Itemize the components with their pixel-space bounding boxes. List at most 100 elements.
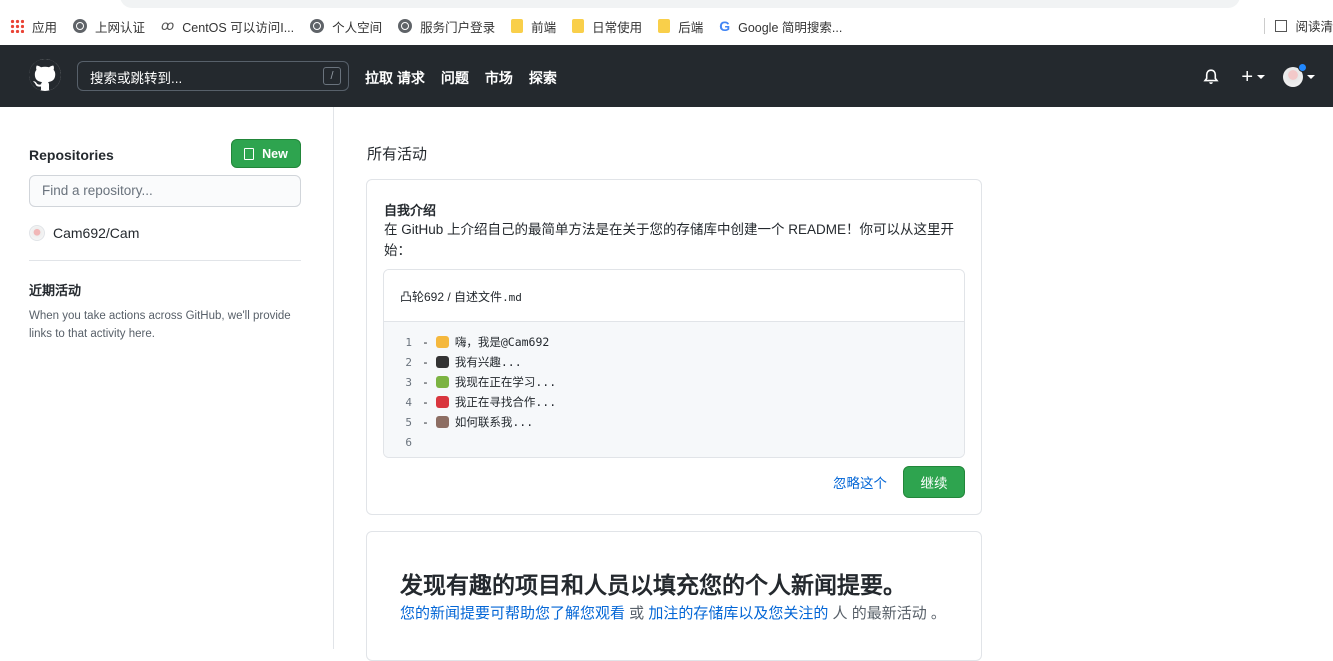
line-number: 5 (405, 415, 412, 429)
nav-pull-requests[interactable]: 拉取 请求 (365, 68, 425, 88)
search-placeholder: 搜索或跳转到... (90, 71, 183, 86)
github-header: 搜索或跳转到... / 拉取 请求 问题 市场 探索 + (0, 45, 1333, 107)
repository-link[interactable]: Cam692/Cam (29, 225, 139, 241)
dashboard-sidebar: Repositories New Find a repository... Ca… (0, 107, 334, 649)
continue-button[interactable]: 继续 (903, 466, 965, 498)
user-avatar[interactable] (1283, 63, 1307, 87)
google-icon: G (719, 18, 731, 34)
eyes-icon (435, 356, 449, 368)
search-input[interactable]: 搜索或跳转到... / (77, 61, 349, 91)
line-dash: - (422, 335, 436, 349)
line-dash: - (422, 375, 436, 389)
discover-card: 发现有趣的项目和人员以填充您的个人新闻提要。 您的新闻提要可帮助您了解您观看 或… (366, 531, 982, 661)
all-activity-heading: 所有活动 (367, 146, 428, 163)
create-dropdown-caret-icon[interactable] (1257, 75, 1265, 79)
repo-book-icon (244, 147, 255, 160)
discover-title: 发现有趣的项目和人员以填充您的个人新闻提要。 (400, 572, 906, 598)
bookmark-item[interactable]: 日常使用 (572, 17, 642, 36)
new-repository-button[interactable]: New (231, 139, 301, 168)
dismiss-link[interactable]: 忽略这个 (833, 472, 887, 492)
intro-card-title: 自我介绍 (384, 203, 437, 218)
bookmark-label: 应用 (32, 20, 58, 35)
new-button-label: New (262, 146, 288, 161)
globe-icon (73, 19, 88, 33)
bookmark-label: 个人空间 (332, 20, 383, 35)
create-new-plus-icon[interactable]: + (1241, 67, 1253, 87)
reading-list[interactable]: 阅读清 (1264, 16, 1333, 35)
repositories-heading: Repositories (29, 147, 114, 163)
folder-icon (511, 19, 524, 33)
line-number: 6 (405, 435, 412, 449)
browser-toolbar-strip (0, 0, 1333, 8)
line-content: 我现在正在学习... (454, 375, 557, 389)
readme-intro-card: 自我介绍 在 GitHub 上介绍自己的最简单方法是在关于您的存储库中创建一个 … (366, 179, 982, 515)
line-content: 我有兴趣... (454, 355, 522, 369)
folder-icon (658, 19, 671, 33)
line-dash: - (422, 355, 436, 369)
code-line: 6 (384, 432, 964, 452)
globe-icon (398, 19, 413, 33)
status-dot-icon (1298, 63, 1307, 72)
discover-description: 您的新闻提要可帮助您了解您观看 或 加注的存储库以及您关注的 人 的最新活动 。 (400, 602, 960, 626)
line-content: 嗨，我是@Cam692 (454, 335, 550, 349)
bookmark-item[interactable]: 个人空间 (310, 17, 382, 36)
bookmark-item[interactable]: 后端 (658, 17, 703, 36)
folder-icon (572, 19, 585, 33)
ledger-icon (435, 396, 449, 408)
nav-explore[interactable]: 探索 (529, 68, 557, 88)
line-dash: - (422, 415, 436, 429)
code-line: 1- 嗨，我是@Cam692 (384, 332, 964, 352)
browser-bookmarks-bar: 应用 上网认证 ꝏ CentOS 可以访问I... 个人空间 服务门户登录 前端 日常使用 后端… (0, 0, 1333, 45)
recent-activity-heading: 近期活动 (29, 283, 82, 298)
line-dash: - (422, 395, 436, 409)
notifications-bell-icon[interactable] (1203, 68, 1219, 86)
starred-repos-link[interactable]: 加注的存储库以及您关注的 (648, 605, 828, 622)
file-path-separator: / (444, 290, 455, 304)
readme-file-path: 凸轮692 / 自述文件.md (384, 270, 964, 322)
bookmark-item[interactable]: ꝏ CentOS 可以访问I... (161, 17, 294, 36)
sidebar-divider (29, 260, 301, 261)
bookmark-label: 日常使用 (592, 20, 643, 35)
repository-name: Cam692/Cam (53, 225, 140, 241)
nav-marketplace[interactable]: 市场 (485, 68, 513, 88)
seedling-icon (435, 376, 449, 388)
bookmark-item[interactable]: 上网认证 (73, 17, 145, 36)
bookmark-item[interactable]: 前端 (511, 17, 556, 36)
news-feed-link[interactable]: 您的新闻提要可帮助您了解您观看 (400, 605, 625, 622)
repo-owner-avatar (29, 225, 45, 241)
repository-filter-placeholder: Find a repository... (42, 183, 153, 198)
file-path-user: 凸轮692 (400, 290, 445, 304)
code-line: 3- 我现在正在学习... (384, 372, 964, 392)
bookmark-item[interactable]: G Google 简明搜索... (719, 17, 842, 36)
line-content: 我正在寻找合作... (454, 395, 557, 409)
code-line: 4- 我正在寻找合作... (384, 392, 964, 412)
user-menu-caret-icon[interactable] (1307, 75, 1315, 79)
apps-icon (10, 19, 24, 33)
address-bar[interactable] (120, 0, 1240, 8)
globe-icon (310, 19, 325, 33)
divider (1264, 17, 1266, 34)
code-line: 2- 我有兴趣... (384, 352, 964, 372)
line-number: 1 (405, 335, 412, 349)
bookmark-label: 前端 (531, 20, 557, 35)
readme-code-body: 1- 嗨，我是@Cam692 2- 我有兴趣... 3- 我现在正在学习... 4- … (384, 322, 964, 457)
mailbox-icon (435, 416, 449, 428)
repository-filter-input[interactable]: Find a repository... (29, 175, 301, 207)
search-shortcut-key: / (323, 67, 341, 85)
bookmark-label: Google 简明搜索... (738, 20, 843, 35)
bookmark-label: 上网认证 (95, 20, 146, 35)
line-number: 4 (405, 395, 412, 409)
bookmark-label: CentOS 可以访问I... (182, 20, 295, 35)
reading-list-icon (1275, 19, 1288, 32)
line-number: 2 (405, 355, 412, 369)
bookmark-item[interactable]: 应用 (10, 17, 57, 36)
header-nav: 拉取 请求 问题 市场 探索 (365, 68, 573, 88)
nav-issues[interactable]: 问题 (441, 68, 469, 88)
intro-card-actions: 忽略这个 继续 (833, 466, 965, 498)
github-logo-icon[interactable] (29, 59, 61, 91)
bookmark-item[interactable]: 服务门户登录 (398, 17, 495, 36)
file-path-name: 自述文件 (454, 290, 503, 304)
reading-list-label: 阅读清 (1295, 20, 1333, 34)
header-actions: + (1203, 63, 1315, 87)
readme-preview: 凸轮692 / 自述文件.md 1- 嗨，我是@Cam692 2- 我有兴趣...… (383, 269, 965, 458)
